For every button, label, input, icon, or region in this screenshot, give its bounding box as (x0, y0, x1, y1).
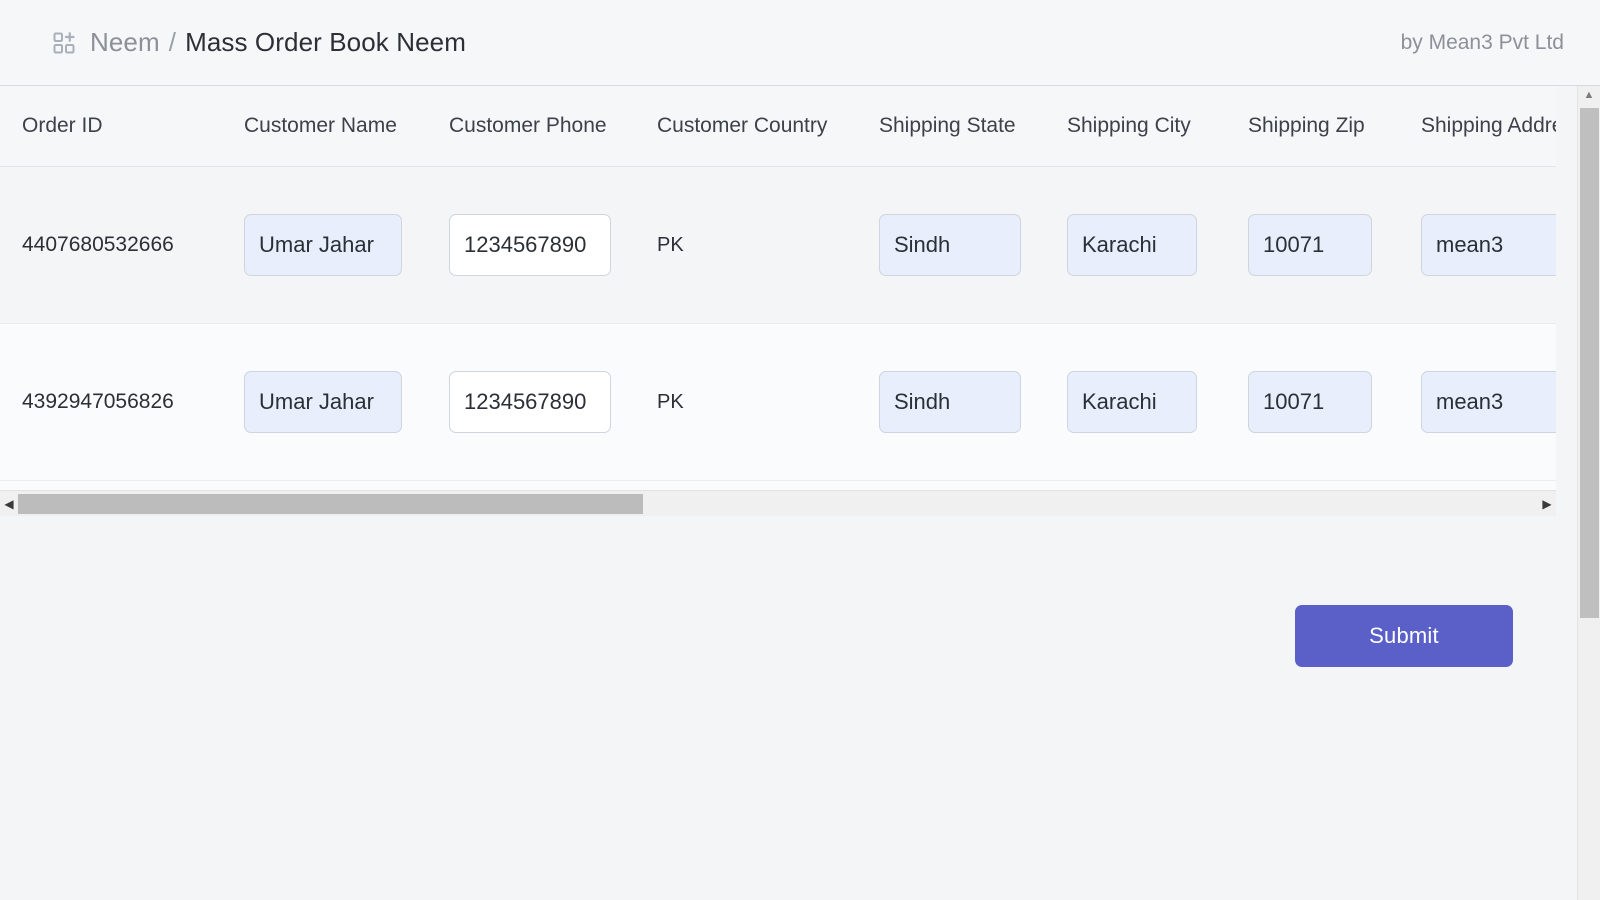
grid-plus-icon[interactable] (52, 31, 76, 55)
table-horizontal-scrollbar[interactable]: ◀ ▶ (0, 490, 1556, 516)
horizontal-scroll-thumb[interactable] (18, 493, 643, 514)
cell-shipping-state (857, 323, 1045, 481)
cell-shipping-zip (1226, 323, 1399, 481)
shipping-state-input[interactable] (879, 214, 1021, 276)
order-id-value: 4392947056826 (22, 390, 174, 413)
horizontal-scroll-track[interactable] (18, 491, 1538, 517)
cell-order-id: 4392947056826 (0, 323, 222, 481)
cell-customer-country: PK (635, 323, 857, 481)
breadcrumb-root[interactable]: Neem (90, 27, 160, 58)
column-header-customer-country: Customer Country (635, 86, 857, 167)
cell-shipping-state (857, 166, 1045, 324)
customer-name-input[interactable] (244, 371, 402, 433)
shipping-zip-input[interactable] (1248, 214, 1372, 276)
table-header-row: Order ID Customer Name Customer Phone Cu… (0, 86, 1556, 167)
column-header-shipping-zip: Shipping Zip (1226, 86, 1399, 167)
column-header-shipping-city: Shipping City (1045, 86, 1226, 167)
cell-customer-country: PK (635, 166, 857, 324)
breadcrumb-separator: / (168, 27, 177, 57)
table-row: 4392947056826 PK (0, 323, 1556, 481)
cell-customer-name (222, 166, 427, 324)
orders-table: Order ID Customer Name Customer Phone Cu… (0, 86, 1556, 481)
order-id-value: 4407680532666 (22, 233, 174, 256)
cell-order-id: 4407680532666 (0, 166, 222, 324)
app-root: Neem / Mass Order Book Neem by Mean3 Pvt… (0, 0, 1600, 900)
cell-shipping-address (1399, 323, 1556, 481)
customer-country-value: PK (657, 233, 684, 256)
cell-shipping-city (1045, 166, 1226, 324)
shipping-state-input[interactable] (879, 371, 1021, 433)
scroll-left-arrow-icon[interactable]: ◀ (0, 491, 18, 517)
scroll-right-arrow-icon[interactable]: ▶ (1538, 491, 1556, 517)
page-vertical-scrollbar[interactable]: ▲ (1577, 86, 1600, 900)
column-header-order-id: Order ID (0, 86, 222, 167)
shipping-address-input[interactable] (1421, 371, 1556, 433)
cell-customer-phone (427, 323, 635, 481)
column-header-customer-phone: Customer Phone (427, 86, 635, 167)
shipping-city-input[interactable] (1067, 371, 1197, 433)
submit-button[interactable]: Submit (1295, 605, 1513, 667)
breadcrumb: Neem / Mass Order Book Neem (52, 27, 466, 58)
customer-phone-input[interactable] (449, 214, 611, 276)
app-header: Neem / Mass Order Book Neem by Mean3 Pvt… (0, 0, 1600, 86)
breadcrumb-current: Mass Order Book Neem (185, 27, 466, 57)
column-header-customer-name: Customer Name (222, 86, 427, 167)
form-footer-area: Submit (0, 516, 1556, 900)
scroll-up-arrow-icon[interactable]: ▲ (1578, 86, 1600, 104)
vertical-scroll-thumb[interactable] (1580, 108, 1599, 618)
attribution-label: by Mean3 Pvt Ltd (1400, 30, 1564, 54)
cell-shipping-city (1045, 323, 1226, 481)
cell-shipping-address (1399, 166, 1556, 324)
shipping-city-input[interactable] (1067, 214, 1197, 276)
table-scroll-viewport: Order ID Customer Name Customer Phone Cu… (0, 86, 1556, 490)
cell-customer-name (222, 323, 427, 481)
column-header-shipping-state: Shipping State (857, 86, 1045, 167)
cell-shipping-zip (1226, 166, 1399, 324)
cell-customer-phone (427, 166, 635, 324)
shipping-zip-input[interactable] (1248, 371, 1372, 433)
customer-phone-input[interactable] (449, 371, 611, 433)
shipping-address-input[interactable] (1421, 214, 1556, 276)
customer-country-value: PK (657, 390, 684, 413)
customer-name-input[interactable] (244, 214, 402, 276)
table-row: 4407680532666 PK (0, 166, 1556, 324)
orders-table-panel: Order ID Customer Name Customer Phone Cu… (0, 86, 1556, 516)
column-header-shipping-address: Shipping Addre (1399, 86, 1556, 167)
